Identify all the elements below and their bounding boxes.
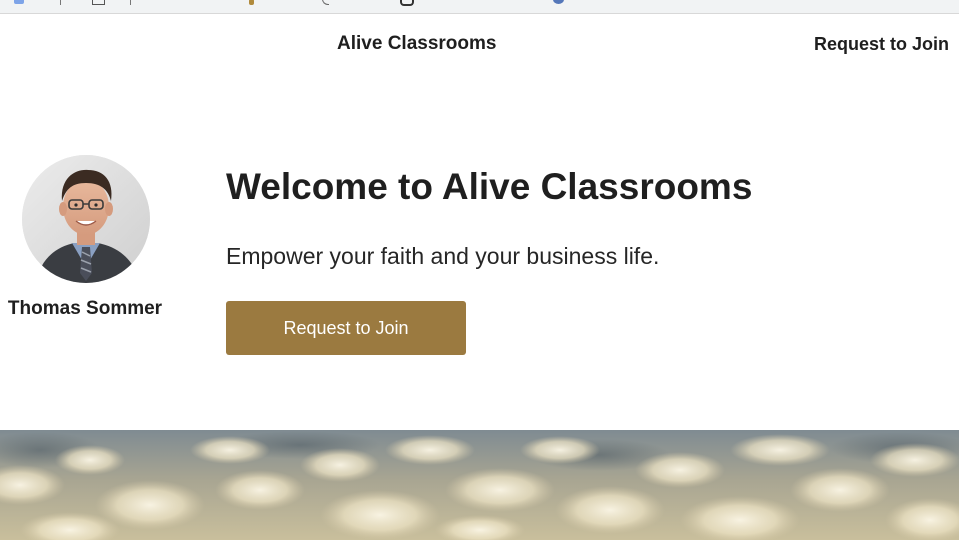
clouds-image	[0, 431, 959, 540]
sky-banner-image	[0, 430, 959, 540]
nav-request-to-join-link[interactable]: Request to Join	[814, 34, 949, 55]
presenter-avatar	[22, 155, 150, 283]
site-brand[interactable]: Alive Classrooms	[337, 33, 496, 55]
globe-icon[interactable]	[553, 0, 564, 4]
hero-subtitle: Empower your faith and your business lif…	[226, 243, 660, 269]
bookmark-icon[interactable]	[14, 0, 24, 4]
bookmarks-bar	[0, 0, 959, 14]
site-header: Alive Classrooms Request to Join	[0, 14, 959, 74]
bookmark-icon[interactable]	[249, 0, 254, 5]
presenter-photo	[22, 155, 150, 283]
request-to-join-button[interactable]: Request to Join	[226, 301, 466, 355]
bookmark-icon[interactable]	[322, 0, 329, 5]
page: Alive Classrooms Request to Join Thomas …	[0, 0, 959, 540]
hero-title: Welcome to Alive Classrooms	[226, 166, 753, 207]
code-icon[interactable]	[400, 0, 414, 6]
bookmark-separator	[60, 0, 61, 5]
presenter-name: Thomas Sommer	[7, 298, 163, 319]
bookmark-separator	[130, 0, 131, 5]
folder-icon[interactable]	[92, 0, 105, 5]
